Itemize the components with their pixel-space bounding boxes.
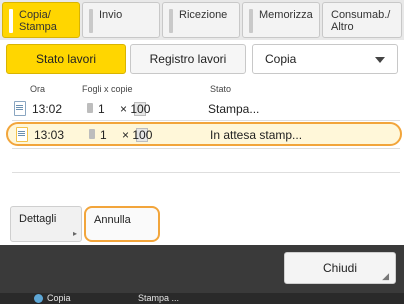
chiudi-button[interactable]: Chiudi ◢	[284, 252, 396, 284]
column-header-stato: Stato	[210, 84, 232, 94]
tab-invio[interactable]: Invio	[82, 2, 160, 38]
tab-marker	[169, 9, 173, 33]
table-header: Ora Fogli x copie Stato	[10, 82, 402, 96]
column-header-ora: Ora	[30, 84, 46, 94]
row-divider	[12, 148, 400, 149]
dettagli-label: Dettagli	[19, 213, 57, 225]
corner-arrow-icon: ◢	[382, 271, 389, 281]
row-pages: 1	[100, 128, 107, 142]
annulla-button[interactable]: Annulla	[84, 206, 160, 242]
tab-copia-stampa[interactable]: Copia/ Stampa	[2, 2, 80, 38]
view-selector-row: Stato lavori Registro lavori Copia	[0, 44, 404, 74]
tab-label: Ricezione	[179, 9, 228, 21]
row-divider	[12, 172, 400, 173]
tab-memorizza[interactable]: Memorizza	[242, 2, 320, 38]
document-icon	[14, 101, 26, 116]
tab-marker	[89, 9, 93, 33]
row-status: Stampa...	[208, 102, 260, 116]
tab-consumabili-altro[interactable]: Consumab./ Altro	[322, 2, 402, 38]
row-copies: × 100	[120, 102, 151, 116]
job-type-select[interactable]: Copia	[252, 44, 398, 74]
document-icon	[16, 127, 28, 142]
tab-ricezione[interactable]: Ricezione	[162, 2, 240, 38]
status-middle-text: Stampa ...	[138, 293, 180, 303]
status-bar: Copia Stampa ...	[0, 293, 404, 304]
row-divider	[12, 120, 400, 121]
registro-lavori-button[interactable]: Registro lavori	[130, 44, 246, 74]
row-pages: 1	[98, 102, 105, 116]
row-time: 13:03	[34, 128, 65, 142]
row-status: In attesa stamp...	[210, 128, 303, 142]
table-row-selected[interactable]: 13:03 1 × 100 In attesa stamp...	[6, 122, 402, 146]
job-list: 13:02 1 × 100 Stampa... 13:03 1 × 100 In…	[6, 96, 402, 196]
tab-label: Consumab./ Altro	[331, 9, 391, 33]
chevron-down-icon	[375, 57, 385, 63]
dettagli-button[interactable]: Dettagli ▸	[10, 206, 82, 242]
stato-lavori-button[interactable]: Stato lavori	[6, 44, 126, 74]
status-left-text: Copia	[47, 293, 71, 303]
table-row[interactable]: 13:02 1 × 100 Stampa...	[6, 98, 402, 120]
top-tabs: Copia/ Stampa Invio Ricezione Memorizza …	[0, 0, 404, 40]
copy-job-icon	[34, 294, 43, 303]
job-status-screen: Copia/ Stampa Invio Ricezione Memorizza …	[0, 0, 404, 304]
column-header-fogli: Fogli x copie	[82, 84, 133, 94]
job-type-value: Copia	[265, 52, 297, 66]
registro-lavori-label: Registro lavori	[149, 52, 227, 66]
stato-lavori-label: Stato lavori	[35, 52, 97, 66]
pages-icon	[87, 103, 93, 113]
chiudi-label: Chiudi	[322, 261, 358, 275]
tab-label: Copia/ Stampa	[19, 9, 57, 33]
tab-marker	[9, 9, 13, 33]
annulla-label: Annulla	[94, 214, 131, 226]
tab-marker	[249, 9, 253, 33]
tab-label: Invio	[99, 9, 123, 21]
corner-arrow-icon: ▸	[72, 229, 77, 238]
row-time: 13:02	[32, 102, 63, 116]
pages-icon	[89, 129, 95, 139]
row-copies: × 100	[122, 128, 153, 142]
tab-label: Memorizza	[259, 9, 313, 21]
